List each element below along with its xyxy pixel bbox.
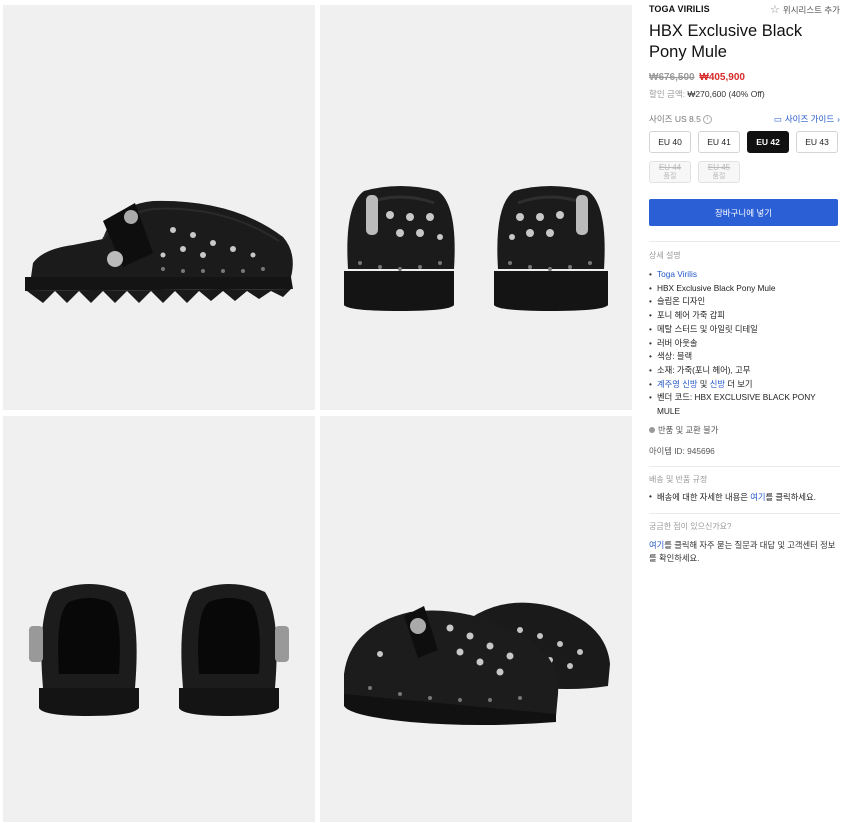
discount-value: ₩270,600 (40% Off) [687,89,765,99]
item-id: 아이템 ID: 945696 [649,446,715,456]
more-suffix: 더 보기 [727,378,753,389]
list-item: 소재: 가죽(포니 헤어), 고무 [649,364,840,378]
list-item: 색상: 블랙 [649,350,840,364]
size-guide-link[interactable]: ▭ 사이즈 가이드 › [774,113,840,125]
details-title: 상세 설명 [649,251,681,260]
shipping-title: 배송 및 반품 규정 [649,475,708,484]
discount-label: 할인 금액: [649,89,686,99]
original-price: ₩676,500 [649,72,695,83]
size-option-label: EU 40 [658,137,682,147]
shoe-angle-illustration [320,416,632,822]
size-option-eu45: EU 45 품절 [698,161,740,183]
list-item: 메탈 스터드 및 아일릿 디테일 [649,323,840,337]
size-option-eu40[interactable]: EU 40 [649,131,691,153]
product-image-front[interactable] [320,5,632,410]
product-title: HBX Exclusive Black Pony Mule [649,22,803,61]
more-and: 및 [699,378,708,389]
size-label: 사이즈 US 8.5 [649,114,701,124]
size-guide-label: 사이즈 가이드 [784,114,835,124]
shoe-side-illustration [3,5,315,410]
sold-out-label: 품절 [663,173,677,180]
faq-info: 여기를 클릭해 자주 묻는 질문과 대답 및 고객센터 정보를 확인하세요. [649,539,840,565]
sold-out-label: 품절 [712,173,726,180]
size-option-eu44: EU 44 품절 [649,161,691,183]
info-icon[interactable]: i [702,115,712,125]
list-item: 슬립온 디자인 [649,295,840,309]
size-option-eu42[interactable]: EU 42 [747,131,789,153]
sale-price: ₩405,900 [699,72,745,83]
product-gallery [0,0,636,823]
faq-title: 궁금한 점이 있으신가요? [649,522,732,531]
divider [649,466,840,467]
size-option-label: EU 44 [658,163,682,172]
wishlist-button[interactable]: ☆ 위시리스트 추가 [770,4,840,16]
discount-row: 할인 금액: ₩270,600 (40% Off) [649,88,765,100]
shoe-back-illustration [3,416,315,822]
shipping-text-after: 를 클릭하세요. [765,492,816,502]
size-option-label: EU 43 [805,137,829,147]
shipping-info: 배송에 대한 자세한 내용은 여기를 클릭하세요. [649,491,840,503]
brand-name[interactable]: TOGA VIRILIS [649,4,710,14]
details-list: Toga Virilis HBX Exclusive Black Pony Mu… [649,268,840,419]
list-item: Toga Virilis [649,268,840,282]
divider [649,513,840,514]
product-image-back[interactable] [3,416,315,822]
price-row: ₩676,500 ₩405,900 [649,72,745,83]
list-item: 벤더 코드: HBX EXCLUSIVE BLACK PONY MULE [649,391,840,418]
faq-link[interactable]: 여기 [649,540,664,550]
list-item: HBX Exclusive Black Pony Mule [649,282,840,296]
size-option-label: EU 41 [707,137,731,147]
add-to-cart-button[interactable]: 장바구니에 넣기 [649,199,838,226]
ruler-icon: ▭ [773,113,782,124]
returns-row: 반품 및 교환 불가 [649,424,718,436]
size-option-eu41[interactable]: EU 41 [698,131,740,153]
info-dot-icon [649,427,655,433]
list-item: 포니 헤어 가죽 갑피 [649,309,840,323]
shipping-link[interactable]: 여기 [750,492,765,502]
product-image-angle[interactable] [320,416,632,822]
chevron-right-icon: › [837,114,840,124]
list-item: 러버 아웃솔 [649,337,840,351]
more-link-2[interactable]: 신방 [710,379,725,389]
shoe-front-illustration [320,5,632,410]
returns-label: 반품 및 교환 불가 [658,425,719,435]
faq-text: 를 클릭해 자주 묻는 질문과 대답 및 고객센터 정보를 확인하세요. [649,540,836,563]
shipping-text-before: 배송에 대한 자세한 내용은 [657,492,748,502]
size-option-eu43[interactable]: EU 43 [796,131,838,153]
list-item: 계주영 신방 및 신방 더 보기 [649,378,840,392]
product-image-side[interactable] [3,5,315,410]
brand-link[interactable]: Toga Virilis [657,269,697,279]
star-icon: ☆ [770,3,780,16]
divider [649,241,840,242]
size-option-label: EU 45 [707,163,731,172]
more-link-1[interactable]: 계주영 신방 [657,379,697,389]
size-row: 사이즈 US 8.5 i ▭ 사이즈 가이드 › [649,113,840,125]
brand-row: TOGA VIRILIS ☆ 위시리스트 추가 [649,4,840,18]
size-option-label: EU 42 [756,137,780,147]
wishlist-label: 위시리스트 추가 [782,5,840,15]
